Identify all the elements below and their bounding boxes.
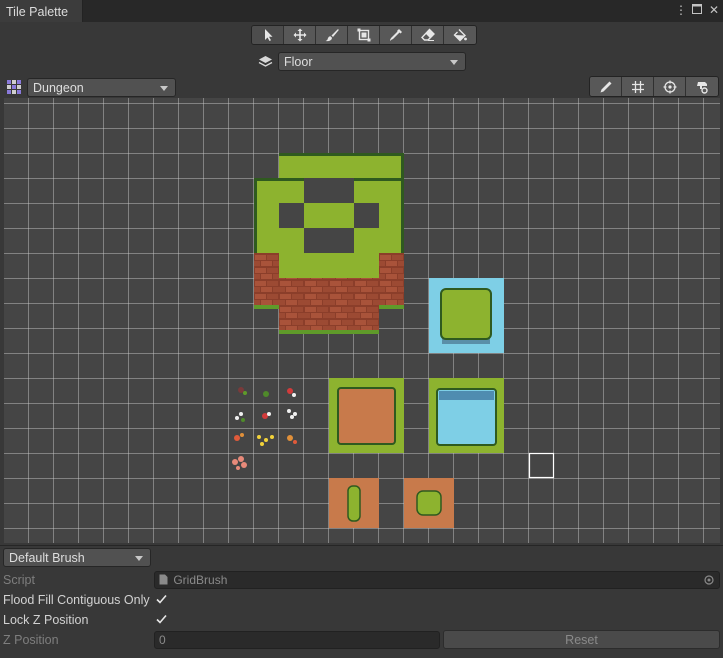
z-position-label: Z Position [3,633,59,647]
move-tool-button[interactable] [284,26,316,44]
lock-z-label: Lock Z Position [3,613,89,627]
edit-palette-icon [600,81,611,92]
lock-z-checkbox[interactable] [155,613,168,626]
flower-decorations [232,387,297,470]
palette-view-tools [589,76,719,97]
more-options-icon[interactable]: ⋮ [675,3,687,17]
palette-value: Dungeon [33,81,84,95]
active-layer-value: Floor [284,55,313,69]
chevron-down-icon [450,60,458,65]
active-layer-dropdown[interactable]: Floor [278,52,466,71]
dirt-wall-tiles [254,253,404,334]
chevron-down-icon [160,86,168,91]
select-tool-button[interactable] [252,26,284,44]
pick-tool-button[interactable] [380,26,412,44]
box-fill-tool-button[interactable] [348,26,380,44]
gizmos-icon [663,80,676,93]
erase-tool-button[interactable] [412,26,444,44]
flood-fill-checkbox[interactable] [155,593,168,606]
title-bar: Tile Palette ⋮ ✕ [0,0,723,22]
script-value: GridBrush [173,573,228,587]
paint-bucket-icon [453,29,467,42]
brush-icon [325,29,339,42]
palette-settings-icon [697,81,708,94]
sand-grass-tile [329,378,404,453]
flood-fill-label: Flood Fill Contiguous Only [3,593,150,607]
move-icon [293,28,306,42]
tab-tile-palette[interactable]: Tile Palette [0,0,83,22]
script-file-icon [159,574,168,585]
brush-dropdown[interactable]: Default Brush [3,548,151,567]
eyedropper-icon [389,29,402,41]
palette-dropdown[interactable]: Dungeon [27,78,176,97]
script-field: GridBrush [154,571,720,589]
select-arrow-icon [264,29,272,41]
sand-island-tiles [329,478,454,528]
eraser-icon [420,28,435,41]
palette-tiles [232,153,555,528]
brush-value: Default Brush [9,551,85,565]
z-position-value: 0 [159,633,166,647]
close-icon[interactable]: ✕ [709,3,719,17]
flood-fill-tool-button[interactable] [444,26,476,44]
water-pool-tile [429,378,504,453]
tile-tools [251,25,477,45]
script-label: Script [3,573,35,587]
grid-toggle-button[interactable] [622,77,654,96]
palette-settings-button[interactable] [686,77,718,96]
paint-tool-button[interactable] [316,26,348,44]
gizmos-button[interactable] [654,77,686,96]
tile-palette-grid[interactable] [4,98,720,543]
selection-marker [528,452,555,479]
layers-icon [258,56,273,67]
reset-button[interactable]: Reset [443,630,720,649]
water-grass-tile [429,278,504,353]
box-fill-icon [357,28,370,42]
object-picker-icon[interactable] [704,575,714,585]
edit-palette-button[interactable] [590,77,622,96]
grid-toggle-icon [631,80,644,93]
tile-palette-icon [7,80,21,94]
chevron-down-icon [135,556,143,561]
maximize-icon[interactable] [692,3,702,17]
z-position-field[interactable]: 0 [154,631,440,649]
